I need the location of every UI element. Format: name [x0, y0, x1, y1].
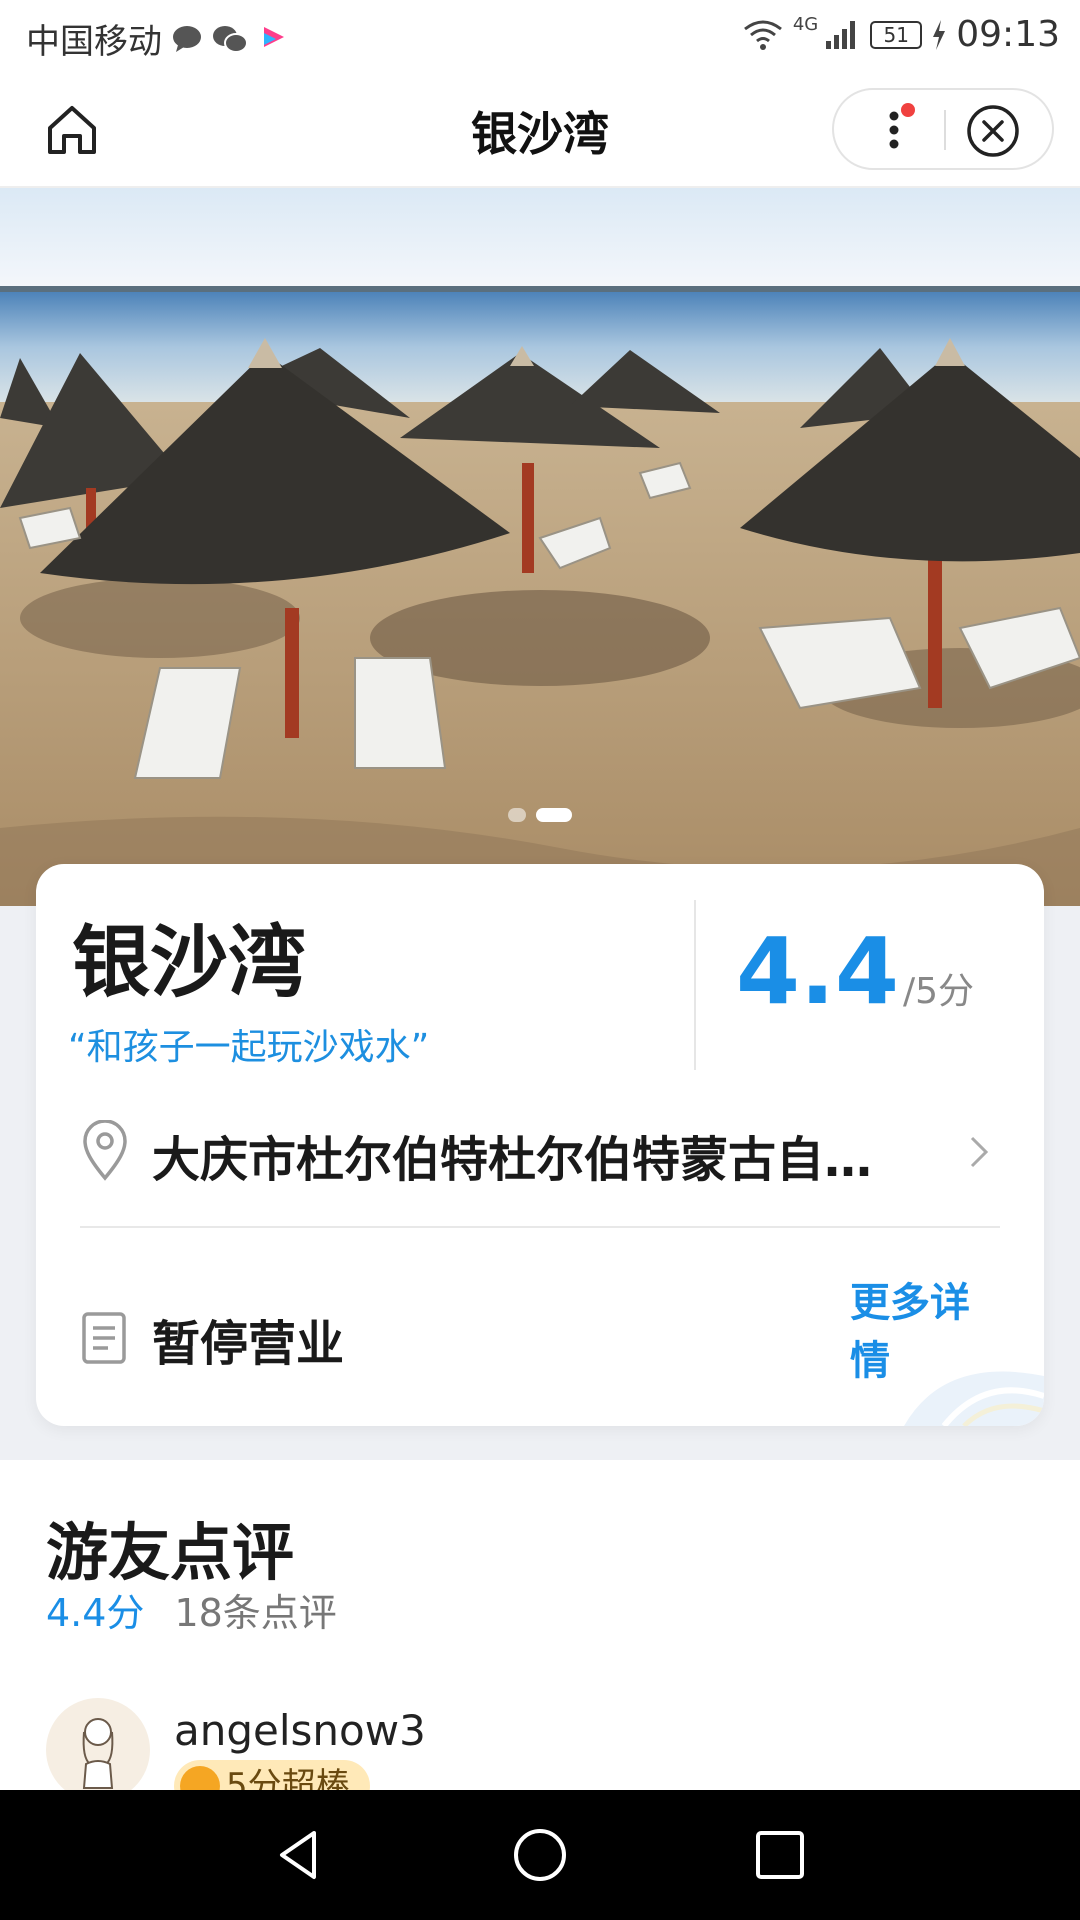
document-icon — [82, 1312, 126, 1364]
spot-name: 银沙湾 — [72, 918, 307, 1008]
nav-bar: 银沙湾 — [0, 74, 1080, 188]
rating-score: 4.4 — [736, 918, 899, 1025]
rating-suffix: /5分 — [902, 971, 975, 1012]
battery-level: 51 — [883, 22, 909, 47]
reviews-title: 游友点评 — [46, 1516, 295, 1589]
message-icon — [173, 25, 201, 52]
battery-icon: 51 — [870, 20, 923, 49]
address-row[interactable]: 大庆市杜尔伯特杜尔伯特蒙古自… — [80, 1114, 1020, 1194]
status-right: 4G 51 09:13 — [743, 14, 1060, 55]
close-circle-icon[interactable] — [964, 102, 1022, 160]
back-icon[interactable] — [270, 1825, 330, 1885]
avatar[interactable] — [46, 1698, 150, 1802]
reviews-count[interactable]: 18条点评 — [174, 1582, 336, 1637]
reviewer-name[interactable]: angelsnow3 — [174, 1706, 426, 1755]
notification-dot — [901, 103, 915, 117]
carousel-dot[interactable] — [508, 808, 526, 822]
status-bar: 中国移动 4G 51 09:13 — [0, 0, 1080, 74]
status-left: 中国移动 — [26, 14, 290, 63]
address-text: 大庆市杜尔伯特杜尔伯特蒙古自… — [152, 1132, 873, 1188]
chevron-right-icon — [970, 1136, 989, 1168]
clock: 09:13 — [956, 14, 1060, 55]
business-status: 暂停营业 — [152, 1316, 345, 1372]
carrier-label: 中国移动 — [26, 22, 162, 62]
signal-icon — [826, 20, 856, 49]
hero-image[interactable] — [0, 188, 1080, 906]
capsule-divider — [944, 110, 946, 150]
network-type: 4G — [792, 14, 819, 35]
mini-program-capsule — [832, 88, 1054, 170]
home-circle-icon[interactable] — [510, 1825, 570, 1885]
spot-info-card: 银沙湾 “和孩子一起玩沙戏水” 4.4 /5分 大庆市杜尔伯特杜尔伯特蒙古自… … — [36, 864, 1044, 1426]
location-pin-icon — [83, 1120, 127, 1181]
wifi-icon — [743, 20, 782, 50]
spot-slogan: “和孩子一起玩沙戏水” — [68, 1027, 430, 1068]
charging-icon — [933, 19, 946, 50]
reviews-score: 4.4分 — [46, 1591, 145, 1635]
more-dots-icon[interactable] — [862, 98, 926, 162]
reviews-section: 游友点评 4.4分 18条点评 angelsnow3 5分超棒 — [0, 1460, 1080, 1812]
card-decoration — [904, 1371, 1044, 1426]
carousel-indicator — [0, 808, 1080, 822]
vertical-divider — [694, 900, 696, 1070]
recents-square-icon[interactable] — [750, 1825, 810, 1885]
avatar-illustration — [82, 1718, 114, 1789]
system-nav-bar — [0, 1790, 1080, 1920]
wechat-icon — [213, 25, 248, 53]
rating-block: 4.4 /5分 — [736, 918, 974, 1025]
carousel-dot-active[interactable] — [536, 808, 572, 822]
horizontal-divider — [80, 1226, 1000, 1228]
reviews-summary: 4.4分 18条点评 — [46, 1582, 337, 1637]
beach-illustration — [0, 188, 1080, 906]
youku-icon — [264, 26, 284, 47]
